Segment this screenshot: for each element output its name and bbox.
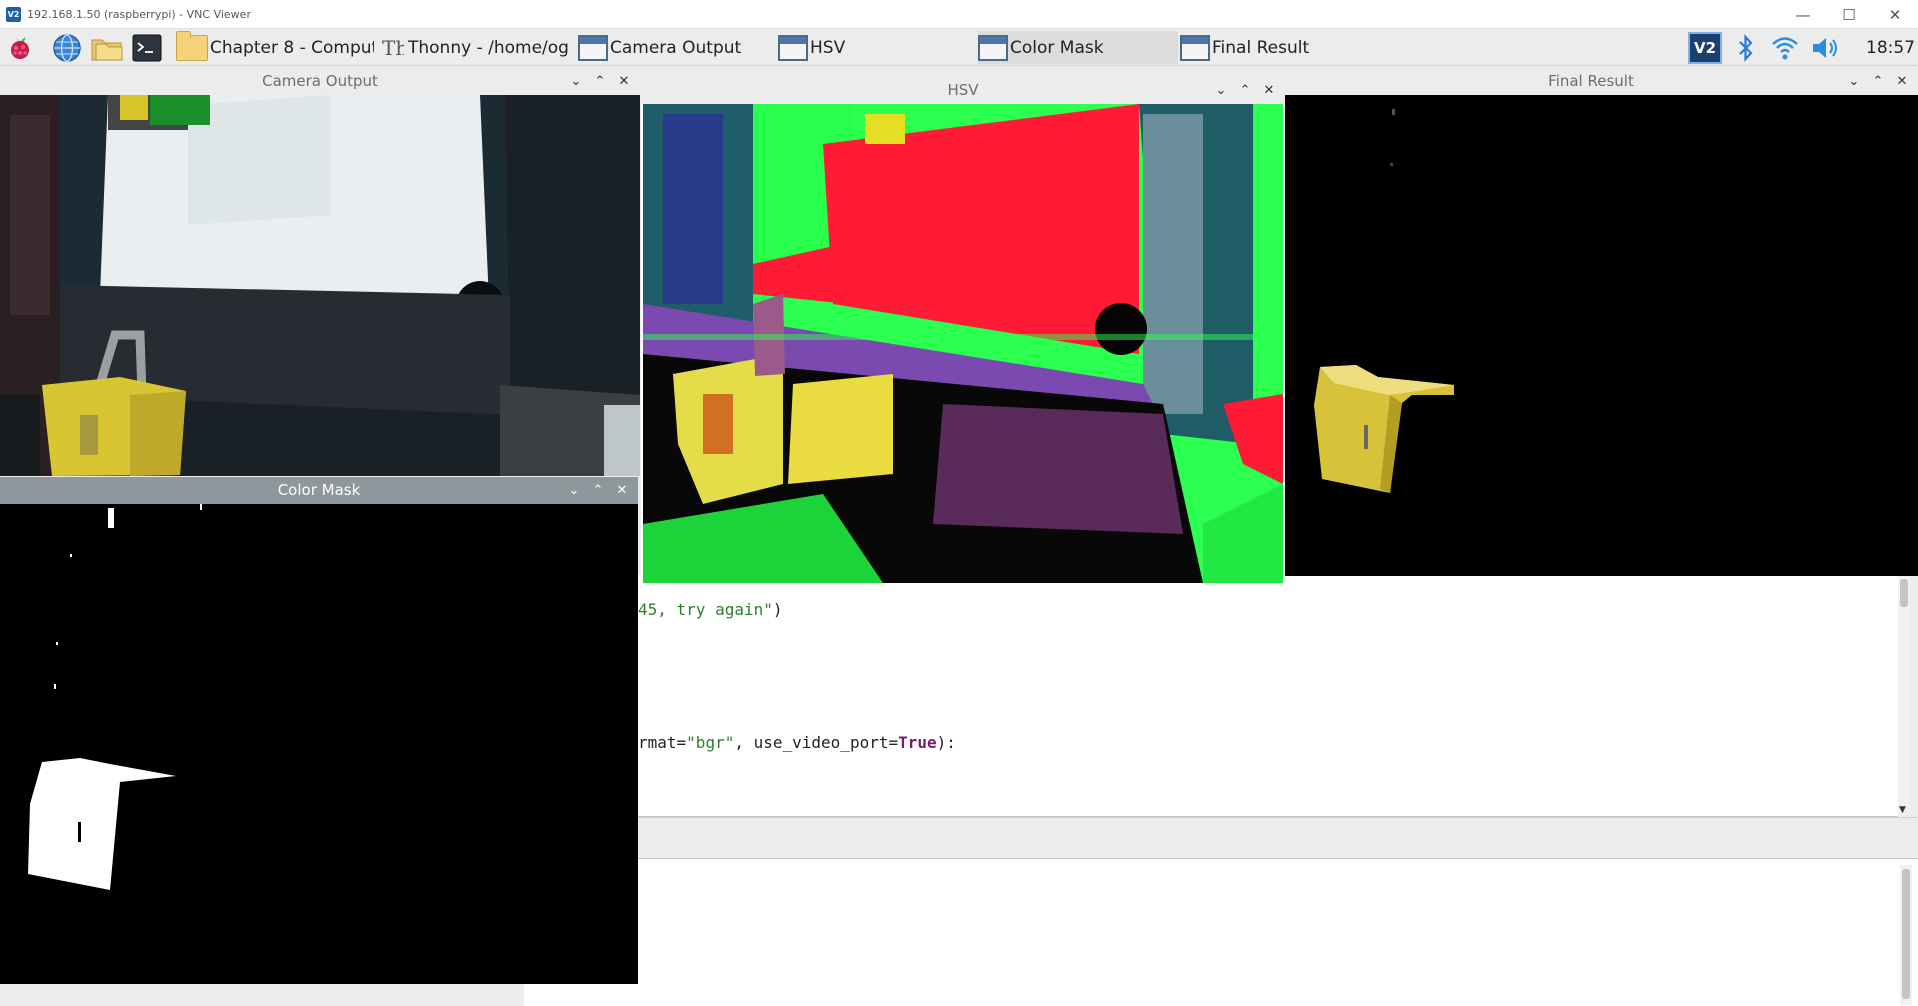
code-string: 45, try again" xyxy=(638,600,773,619)
window-buttons: ⌄ ⌃ ✕ xyxy=(1842,68,1914,95)
vnc-maximize-button[interactable]: ☐ xyxy=(1826,0,1872,29)
maximize-button[interactable]: ⌃ xyxy=(588,68,612,95)
screen: V2 192.168.1.50 (raspberrypi) - VNC View… xyxy=(0,0,1918,1006)
window-titlebar[interactable]: Camera Output ⌄ ⌃ ✕ xyxy=(0,68,640,95)
camera-output-window: Camera Output ⌄ ⌃ ✕ xyxy=(0,68,640,476)
maximize-button[interactable]: ⌃ xyxy=(586,477,610,504)
file-manager-icon[interactable] xyxy=(90,34,124,62)
window-titlebar[interactable]: Color Mask ⌄ ⌃ ✕ xyxy=(0,477,638,504)
vnc-viewer-icon: V2 xyxy=(6,6,21,22)
raspberry-menu-icon[interactable] xyxy=(6,33,34,61)
thonny-editor[interactable]: 45, try again") rmat="bgr", use_video_po… xyxy=(524,575,1910,817)
window-icon xyxy=(1180,34,1210,61)
thonny-shell[interactable] xyxy=(524,858,1918,1006)
window-icon xyxy=(978,34,1008,61)
window-buttons: ⌄ ⌃ ✕ xyxy=(1209,77,1281,104)
window-buttons: ⌄ ⌃ ✕ xyxy=(562,477,634,504)
code-keyword: True xyxy=(898,733,937,752)
window-title: Color Mask xyxy=(277,481,361,499)
window-titlebar[interactable]: Final Result ⌄ ⌃ ✕ xyxy=(1284,68,1918,95)
editor-divider xyxy=(524,817,1918,858)
taskbar-item-thonny[interactable]: Th Thonny - /home/og... xyxy=(380,31,570,64)
maximize-button[interactable]: ⌃ xyxy=(1866,68,1890,95)
terminal-icon[interactable] xyxy=(132,34,162,62)
minimize-button[interactable]: ⌄ xyxy=(562,477,586,504)
scroll-down-arrow-icon[interactable]: ▼ xyxy=(1899,805,1906,815)
code-string: "bgr" xyxy=(686,733,735,752)
window-icon xyxy=(578,34,608,61)
taskbar-item-label: Color Mask xyxy=(1010,37,1104,58)
code-text: , use_video_port= xyxy=(734,733,899,752)
taskbar-item-chapter-folder[interactable]: Chapter 8 - Computer... xyxy=(176,31,374,64)
volume-icon[interactable] xyxy=(1810,33,1840,63)
vnc-titlebar: V2 192.168.1.50 (raspberrypi) - VNC View… xyxy=(0,0,1918,29)
shell-scrollbar-thumb[interactable] xyxy=(1902,869,1910,999)
web-browser-icon[interactable] xyxy=(52,33,82,63)
code-line: rmat="bgr", use_video_port=True): xyxy=(638,733,956,752)
minimize-button[interactable]: ⌄ xyxy=(1209,77,1233,104)
taskbar-item-label: HSV xyxy=(810,37,846,58)
maximize-button[interactable]: ⌃ xyxy=(1233,77,1257,104)
editor-scrollbar[interactable]: ▼ xyxy=(1898,575,1910,817)
taskbar-item-label: Final Result xyxy=(1212,37,1310,58)
taskbar-item-label: Thonny - /home/og... xyxy=(408,37,570,58)
window-buttons: ⌄ ⌃ ✕ xyxy=(564,68,636,95)
close-button[interactable]: ✕ xyxy=(1890,68,1914,95)
hsv-image xyxy=(643,104,1283,583)
svg-text:Th: Th xyxy=(382,36,404,60)
editor-scrollbar-thumb[interactable] xyxy=(1900,579,1908,607)
code-text: rmat= xyxy=(638,733,687,752)
close-button[interactable]: ✕ xyxy=(610,477,634,504)
color-mask-window: Color Mask ⌄ ⌃ ✕ xyxy=(0,477,638,984)
taskbar-item-label: Chapter 8 - Computer... xyxy=(210,37,374,58)
taskbar-item-label: Camera Output xyxy=(610,37,742,58)
vnc-close-button[interactable]: ✕ xyxy=(1872,0,1918,29)
minimize-button[interactable]: ⌄ xyxy=(564,68,588,95)
folder-icon xyxy=(176,31,208,61)
close-button[interactable]: ✕ xyxy=(1257,77,1281,104)
camera-output-image xyxy=(0,95,640,476)
color-mask-image xyxy=(0,504,638,984)
window-title: Final Result xyxy=(1548,72,1634,90)
vnc-server-icon[interactable]: V2 xyxy=(1688,31,1722,64)
code-text: ) xyxy=(772,600,783,619)
code-line: 45, try again") xyxy=(638,600,783,619)
taskbar: Chapter 8 - Computer... Th Thonny - /hom… xyxy=(0,29,1918,66)
thonny-icon: Th xyxy=(380,35,404,61)
minimize-button[interactable]: ⌄ xyxy=(1842,68,1866,95)
close-button[interactable]: ✕ xyxy=(612,68,636,95)
final-result-image xyxy=(1284,95,1918,576)
vnc-window-controls: — ☐ ✕ xyxy=(1780,0,1918,29)
code-text: ): xyxy=(936,733,956,752)
window-icon xyxy=(778,34,808,61)
window-title: HSV xyxy=(947,81,979,99)
wifi-icon[interactable] xyxy=(1770,33,1800,63)
window-title: Camera Output xyxy=(262,72,378,90)
vnc-window-title: 192.168.1.50 (raspberrypi) - VNC Viewer xyxy=(27,7,251,21)
window-titlebar[interactable]: HSV ⌄ ⌃ ✕ xyxy=(641,77,1285,104)
system-tray: V2 18:57 xyxy=(1688,29,1915,66)
hsv-window: HSV ⌄ ⌃ ✕ xyxy=(641,77,1285,585)
clock: 18:57 xyxy=(1866,37,1915,58)
final-result-window: Final Result ⌄ ⌃ ✕ xyxy=(1284,68,1918,576)
taskbar-item-final-result[interactable]: Final Result xyxy=(1180,31,1380,64)
shell-scrollbar[interactable] xyxy=(1900,865,1912,1005)
taskbar-item-color-mask[interactable]: Color Mask xyxy=(978,31,1178,64)
bluetooth-icon[interactable] xyxy=(1736,33,1756,63)
taskbar-item-camera-output[interactable]: Camera Output xyxy=(578,31,768,64)
taskbar-item-hsv[interactable]: HSV xyxy=(778,31,968,64)
vnc-minimize-button[interactable]: — xyxy=(1780,0,1826,29)
